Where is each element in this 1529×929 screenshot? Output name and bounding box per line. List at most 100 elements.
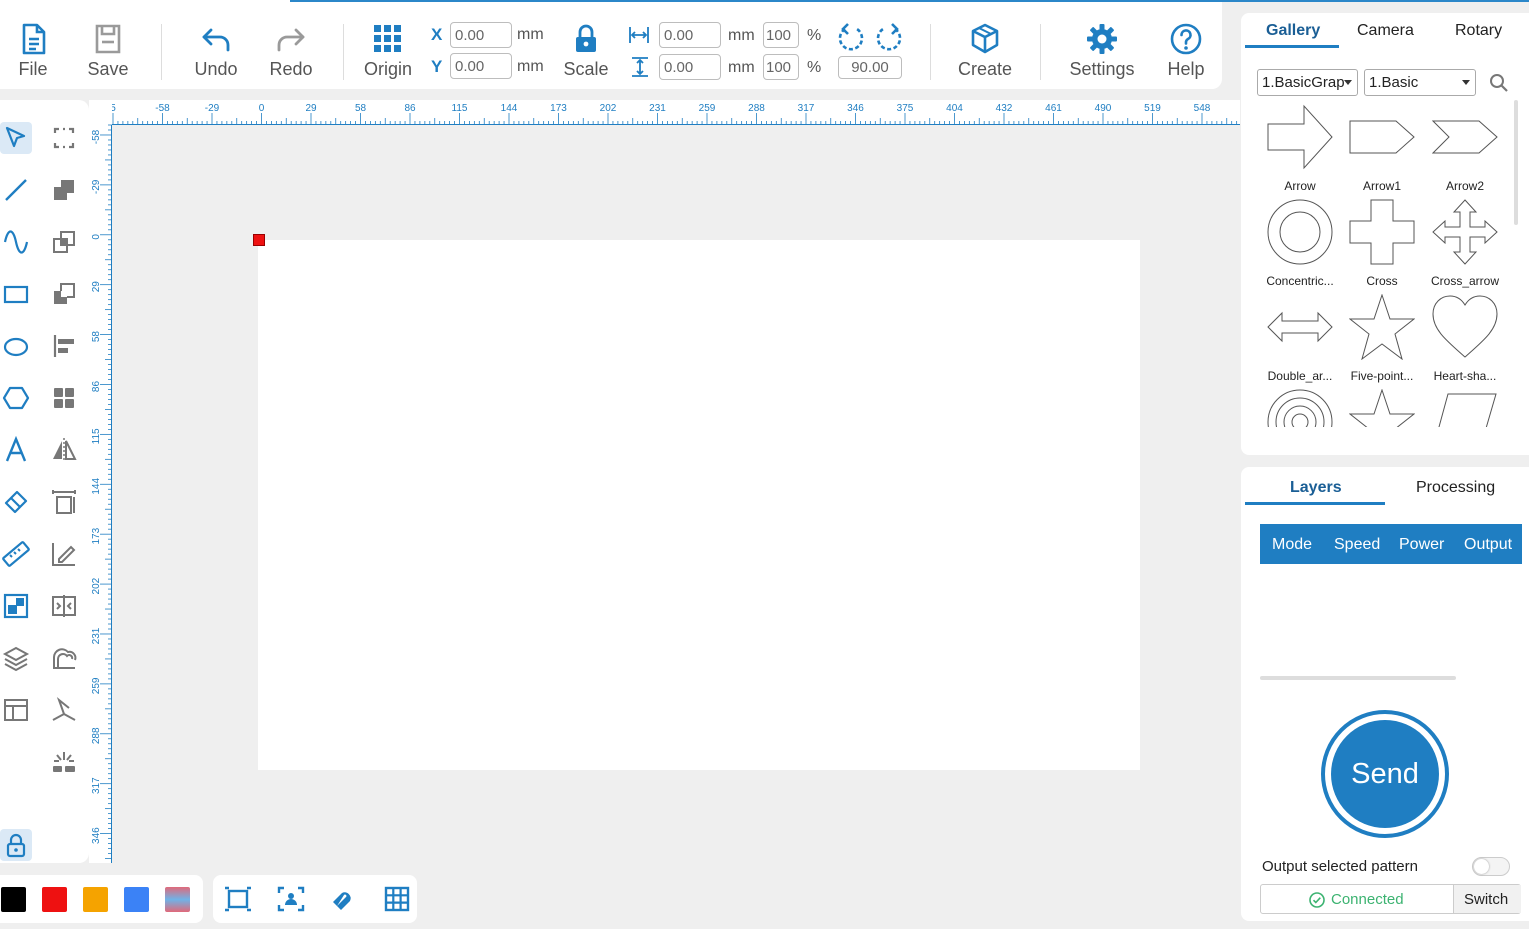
gallery-category-select[interactable]: 1.BasicGraph — [1257, 69, 1358, 96]
mirror-tool[interactable] — [48, 434, 80, 466]
spiral-shape-icon[interactable] — [1267, 389, 1333, 427]
check-circle-icon — [1309, 892, 1325, 908]
gallery-subcategory-select[interactable]: 1.Basic — [1364, 69, 1476, 96]
height-input[interactable] — [659, 54, 721, 80]
file-button[interactable]: File — [10, 22, 56, 86]
edit-draw-tool[interactable] — [48, 538, 80, 570]
layers-tool[interactable] — [0, 642, 32, 674]
resize-tool[interactable] — [48, 486, 80, 518]
scale-lock-button[interactable]: Scale — [560, 22, 612, 86]
shape-cross[interactable]: Cross — [1343, 199, 1421, 291]
magnet-snap-icon[interactable] — [329, 884, 359, 914]
layout-tool[interactable] — [0, 694, 32, 726]
align-left-tool[interactable] — [48, 330, 80, 362]
connection-status-box: Connected Switch — [1260, 884, 1521, 914]
redo-button[interactable]: Redo — [265, 22, 317, 86]
search-icon[interactable] — [1489, 73, 1509, 93]
ruler-tick-label: 432 — [996, 103, 1013, 114]
output-selected-toggle[interactable] — [1472, 857, 1510, 876]
wave-curve-icon — [3, 230, 29, 254]
top-ruler-ticks: 5 -58 -29 0 29 58 86 115 144 173 202 231 259 288 317 34… — [89, 103, 1240, 125]
rotate-cw-icon[interactable] — [874, 23, 904, 53]
lock-tool[interactable] — [0, 829, 32, 861]
tab-layers[interactable]: Layers — [1290, 479, 1342, 497]
shape-arrow1[interactable]: Arrow1 — [1343, 104, 1421, 196]
laser-tool[interactable] — [48, 746, 80, 778]
height-percent-input[interactable] — [763, 54, 799, 80]
text-tool[interactable] — [0, 434, 32, 466]
color-swatch-blue[interactable] — [124, 887, 149, 912]
send-label: Send — [1331, 720, 1439, 828]
shape-five-point-star[interactable]: Five-point... — [1343, 294, 1421, 386]
save-button[interactable]: Save — [85, 22, 131, 86]
eraser-tool[interactable] — [0, 486, 32, 518]
chevron-down-icon — [1344, 80, 1352, 85]
rectangle-tool[interactable] — [0, 278, 32, 310]
split-tool[interactable] — [48, 590, 80, 622]
grid-toggle-icon[interactable] — [382, 884, 412, 914]
union-tool[interactable] — [48, 174, 80, 206]
ruler-tick-label: 115 — [91, 428, 102, 444]
parallelogram-shape-icon[interactable] — [1432, 389, 1498, 427]
ruler-tick-label: 490 — [1095, 103, 1112, 114]
shape-heart[interactable]: Heart-sha... — [1426, 294, 1504, 386]
subtract-tool[interactable] — [48, 278, 80, 310]
cursor-arrow-icon — [5, 126, 26, 148]
color-swatch-red[interactable] — [42, 887, 67, 912]
select-tool[interactable] — [0, 122, 32, 154]
ruler-tick-label: 375 — [897, 103, 914, 114]
rotate-angle-input[interactable] — [838, 56, 902, 79]
create-button[interactable]: Create — [955, 22, 1015, 86]
curve-tool[interactable] — [0, 226, 32, 258]
color-swatch-orange[interactable] — [83, 887, 108, 912]
mirror-flip-icon — [53, 438, 77, 462]
layer-list-scrollbar[interactable] — [1260, 676, 1456, 680]
shape-arrow2[interactable]: Arrow2 — [1426, 104, 1504, 196]
send-button[interactable]: Send — [1321, 710, 1449, 838]
array-tool[interactable] — [48, 382, 80, 414]
tab-gallery[interactable]: Gallery — [1266, 22, 1320, 40]
connection-status-text: Connected — [1331, 891, 1404, 908]
width-percent-input[interactable] — [763, 22, 799, 48]
laser-burst-icon — [53, 752, 75, 772]
gallery-scrollbar[interactable] — [1514, 100, 1518, 225]
node-edit-tool[interactable] — [48, 122, 80, 154]
y-position-input[interactable] — [450, 53, 512, 79]
color-swatch-black[interactable] — [1, 887, 26, 912]
shape-concentric[interactable]: Concentric... — [1261, 199, 1339, 291]
shape-double-arrow[interactable]: Double_ar... — [1261, 294, 1339, 386]
switch-device-button[interactable]: Switch — [1453, 885, 1521, 913]
color-swatch-gradient[interactable] — [165, 887, 190, 912]
focus-selection-icon[interactable] — [276, 884, 306, 914]
measure-tool[interactable] — [0, 538, 32, 570]
help-button[interactable]: Help — [1163, 22, 1209, 86]
undo-button[interactable]: Undo — [190, 22, 242, 86]
settings-button[interactable]: Settings — [1066, 22, 1138, 86]
shape-arrow[interactable]: Arrow — [1261, 104, 1339, 196]
width-input[interactable] — [659, 22, 721, 48]
shape-cross-arrow[interactable]: Cross_arrow — [1426, 199, 1504, 291]
path-tool[interactable] — [48, 694, 80, 726]
work-area[interactable] — [258, 240, 1140, 770]
bitmap-tool[interactable] — [0, 590, 32, 622]
rectangle-icon — [3, 285, 29, 304]
tab-rotary[interactable]: Rotary — [1455, 22, 1502, 40]
shape-label: Arrow — [1284, 179, 1316, 193]
origin-button[interactable]: Origin — [360, 22, 416, 86]
toolbar-divider — [930, 24, 931, 80]
intersect-tool[interactable] — [48, 226, 80, 258]
tab-camera[interactable]: Camera — [1357, 22, 1414, 40]
cross-arrow-shape-icon — [1432, 199, 1498, 265]
rotate-ccw-icon[interactable] — [836, 23, 866, 53]
switch-label: Switch — [1464, 891, 1509, 908]
polygon-tool[interactable] — [0, 382, 32, 414]
tab-processing[interactable]: Processing — [1416, 479, 1495, 497]
file-icon — [22, 23, 46, 55]
offset-tool[interactable] — [48, 642, 80, 674]
ellipse-tool[interactable] — [0, 330, 32, 362]
line-tool[interactable] — [0, 174, 32, 206]
laser-origin-marker — [253, 234, 265, 246]
fit-frame-icon[interactable] — [223, 884, 253, 914]
x-position-input[interactable] — [450, 22, 512, 48]
star-outline-shape-icon[interactable] — [1349, 389, 1415, 427]
